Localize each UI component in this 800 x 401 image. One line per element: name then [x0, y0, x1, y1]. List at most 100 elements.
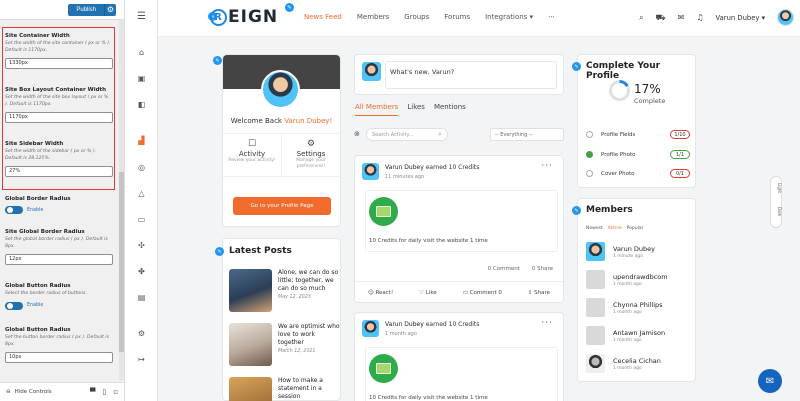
- edit-pencil-icon[interactable]: ✎: [572, 62, 581, 71]
- customizer-scrollbar[interactable]: [119, 20, 124, 380]
- rss-icon[interactable]: ⊚: [354, 130, 360, 138]
- member-name[interactable]: Varun Dubey: [613, 245, 655, 253]
- nav-more[interactable]: ···: [548, 13, 555, 21]
- post-title[interactable]: We are optimist who love to work togethe…: [278, 323, 340, 346]
- graduation-cap-icon[interactable]: ⌂: [136, 47, 147, 58]
- list-item[interactable]: How to make a statement in a session: [229, 377, 340, 401]
- whats-new-input[interactable]: What's new, Varun?: [385, 61, 557, 89]
- button-radius-input[interactable]: 10px: [5, 351, 113, 363]
- composer-avatar[interactable]: [362, 62, 381, 81]
- list-item[interactable]: Antawn Jamison 1 month ago: [586, 326, 665, 345]
- list-item[interactable]: Varun Dubey 1 minute ago: [586, 242, 655, 261]
- post-thumbnail[interactable]: [229, 269, 272, 312]
- list-item[interactable]: We are optimist who love to work togethe…: [229, 323, 340, 366]
- mobile-preview-icon[interactable]: ▫: [113, 388, 118, 396]
- theme-mode-toggle[interactable]: Light Dark: [770, 176, 782, 228]
- member-name[interactable]: Cecelia Cichan: [613, 357, 661, 365]
- nav-groups[interactable]: Groups: [404, 13, 429, 21]
- edit-pencil-icon[interactable]: ✎: [215, 247, 224, 256]
- scrollbar-thumb[interactable]: [119, 172, 124, 352]
- bell-icon[interactable]: △: [136, 188, 147, 199]
- post-thumbnail[interactable]: [229, 377, 272, 401]
- tablet-preview-icon[interactable]: ▯: [102, 388, 106, 396]
- light-mode-label[interactable]: Light: [772, 183, 782, 193]
- post-thumbnail[interactable]: [229, 323, 272, 366]
- groups-icon[interactable]: ✤: [136, 266, 147, 277]
- edit-pencil-icon[interactable]: ✎: [285, 3, 294, 12]
- tab-popular[interactable]: Popular: [627, 226, 644, 231]
- header-avatar[interactable]: [777, 9, 794, 26]
- member-name[interactable]: upendrawdbcom: [613, 273, 668, 281]
- post-title[interactable]: How to make a statement in a session: [278, 377, 340, 400]
- member-avatar[interactable]: [586, 298, 605, 317]
- cart-icon[interactable]: ⛟: [656, 13, 666, 23]
- activity-author[interactable]: Varun Dubey: [385, 321, 424, 328]
- button-radius-toggle[interactable]: [5, 301, 23, 310]
- site-logo[interactable]: R EIGN: [210, 7, 278, 27]
- nav-members[interactable]: Members: [357, 13, 389, 21]
- nav-news-feed[interactable]: News Feed: [304, 13, 342, 21]
- more-options-icon[interactable]: ···: [541, 318, 553, 328]
- dark-mode-label[interactable]: Dark: [772, 207, 782, 217]
- container-width-input[interactable]: 1330px: [5, 57, 113, 69]
- edit-pencil-icon[interactable]: ✎: [213, 56, 222, 65]
- comment-count[interactable]: 0 Comment: [488, 266, 520, 272]
- member-avatar[interactable]: [586, 354, 605, 373]
- hamburger-menu-icon[interactable]: ☰: [136, 11, 147, 22]
- activity-author[interactable]: Varun Dubey: [385, 164, 424, 171]
- chat-icon[interactable]: ✉: [758, 369, 782, 393]
- comment-button[interactable]: ▭ Comment 0: [463, 290, 502, 296]
- tab-all-members[interactable]: All Members: [355, 103, 399, 116]
- more-options-icon[interactable]: ···: [541, 161, 553, 171]
- profile-field-row[interactable]: Cover Photo 0/1: [586, 169, 690, 178]
- list-item[interactable]: upendrawdbcom 1 month ago: [586, 270, 668, 289]
- share-button[interactable]: ⇪ Share: [528, 290, 550, 296]
- settings-icon[interactable]: ⚙: [136, 328, 147, 339]
- list-item[interactable]: Chynna Phillips 1 month ago: [586, 298, 663, 317]
- tab-newest[interactable]: Newest: [586, 226, 603, 231]
- tab-mentions[interactable]: Mentions: [434, 103, 466, 116]
- logout-icon[interactable]: ↦: [136, 354, 147, 365]
- activity-avatar[interactable]: [362, 163, 379, 180]
- search-icon[interactable]: ⌕: [438, 130, 442, 139]
- sidebar-width-input[interactable]: 27%: [5, 165, 113, 177]
- mail-icon[interactable]: ✉: [678, 13, 685, 22]
- profile-field-row[interactable]: Profile Photo 1/1: [586, 150, 690, 159]
- welcome-avatar[interactable]: [261, 70, 300, 109]
- activity-shortcut[interactable]: ☐ Activity Review your activity!: [223, 134, 281, 176]
- gear-icon[interactable]: ⚙: [104, 3, 116, 16]
- activity-avatar[interactable]: [362, 320, 379, 337]
- react-button[interactable]: ☺ React!: [368, 290, 393, 296]
- profile-page-button[interactable]: Go to your Profile Page: [233, 197, 331, 215]
- like-button[interactable]: ♡ Like: [419, 290, 437, 296]
- document-icon[interactable]: ▤: [136, 292, 147, 303]
- list-item[interactable]: Cecelia Cichan 1 month ago: [586, 354, 661, 373]
- desktop-preview-icon[interactable]: ▀: [90, 388, 95, 396]
- user-icon[interactable]: ◎: [136, 162, 147, 173]
- users-icon[interactable]: ✣: [136, 240, 147, 251]
- settings-shortcut[interactable]: ⚙ Settings Manage your preferences!: [281, 134, 340, 176]
- user-menu[interactable]: Varun Dubey ▾: [716, 14, 766, 22]
- search-icon[interactable]: ⌕: [639, 13, 643, 23]
- activity-search-input[interactable]: Search Activity...: [366, 128, 448, 141]
- nav-integrations[interactable]: Integrations ▾: [485, 13, 533, 21]
- box-layout-width-input[interactable]: 1170px: [5, 111, 113, 123]
- border-radius-toggle[interactable]: [5, 206, 23, 214]
- publish-button[interactable]: Publish: [68, 3, 104, 16]
- chart-icon[interactable]: ▟: [136, 135, 147, 146]
- tab-likes[interactable]: Likes: [407, 103, 425, 116]
- profile-field-row[interactable]: Profile Fields 1/10: [586, 130, 690, 139]
- inbox-icon[interactable]: ▭: [136, 214, 147, 225]
- activity-filter-select[interactable]: -- Everything --: [490, 128, 564, 141]
- member-avatar[interactable]: [586, 326, 605, 345]
- member-name[interactable]: Antawn Jamison: [613, 329, 665, 337]
- member-avatar[interactable]: [586, 242, 605, 261]
- bag-icon[interactable]: ◧: [136, 99, 147, 110]
- global-border-radius-input[interactable]: 12px: [5, 253, 113, 265]
- hide-controls-button[interactable]: Hide Controls: [15, 389, 52, 395]
- member-avatar[interactable]: [586, 270, 605, 289]
- list-item[interactable]: Alone, we can do so little; together, we…: [229, 269, 340, 312]
- notification-bell-icon[interactable]: ♫: [696, 13, 703, 22]
- edit-pencil-icon[interactable]: ✎: [572, 206, 581, 215]
- member-name[interactable]: Chynna Phillips: [613, 301, 663, 309]
